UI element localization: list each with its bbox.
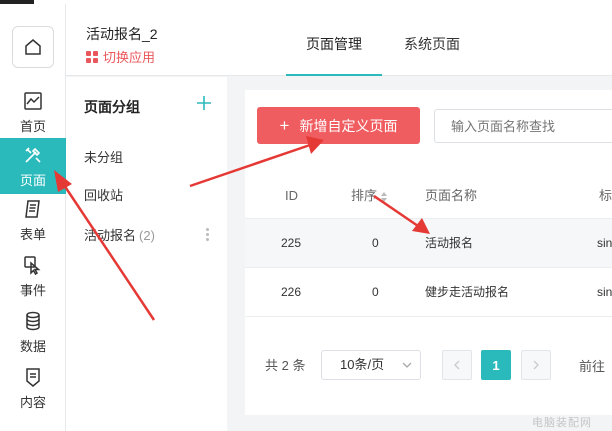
switch-app-label: 切换应用 xyxy=(103,50,156,65)
chevron-left-icon xyxy=(454,360,460,370)
rail-item-label: 数据 xyxy=(19,338,46,354)
plus-icon: + xyxy=(279,116,290,135)
page-groups-panel: 页面分组 未分组 回收站 活动报名 (2) xyxy=(66,77,227,431)
apps-grid-icon xyxy=(86,50,98,63)
rail-item-events[interactable]: 事件 xyxy=(0,248,66,304)
next-page-button[interactable] xyxy=(521,350,551,380)
group-more-icon[interactable] xyxy=(206,228,210,243)
rail-item-label: 内容 xyxy=(19,394,46,410)
cell-id: 225 xyxy=(281,236,302,250)
tab-system-pages[interactable]: 系统页面 xyxy=(392,4,472,76)
app-name: 活动报名_2 xyxy=(86,26,158,42)
goto-label: 前往 xyxy=(579,359,606,374)
group-item-activity[interactable]: 活动报名 (2) xyxy=(84,225,155,244)
rail-item-content[interactable]: 内容 xyxy=(0,360,66,416)
cell-tag: sin xyxy=(597,285,612,299)
page-size-select[interactable]: 10条/页 xyxy=(321,350,421,380)
rail-item-label: 表单 xyxy=(19,226,46,242)
column-header-tag[interactable]: 标 xyxy=(599,172,612,219)
tab-label: 系统页面 xyxy=(404,36,460,52)
cell-tag: sin xyxy=(597,236,612,250)
current-page-button[interactable]: 1 xyxy=(481,350,511,380)
rail-item-label: 页面 xyxy=(19,172,46,188)
new-page-label: 新增自定义页面 xyxy=(299,117,398,134)
column-header-order[interactable]: 排序 xyxy=(351,172,388,219)
form-icon xyxy=(25,199,40,218)
page-size-value: 10条/页 xyxy=(340,357,385,372)
rail-item-forms[interactable]: 表单 xyxy=(0,192,66,248)
cell-name[interactable]: 活动报名 xyxy=(425,219,473,268)
sort-icon[interactable] xyxy=(380,191,388,203)
chevron-down-icon xyxy=(402,362,412,368)
add-group-icon[interactable] xyxy=(196,95,212,111)
chevron-right-icon xyxy=(533,360,539,370)
table-row[interactable]: 226 0 健步走活动报名 sin xyxy=(245,268,612,317)
switch-app-link[interactable]: 切换应用 xyxy=(86,47,155,66)
tab-page-management[interactable]: 页面管理 xyxy=(286,4,382,76)
table-header: ID 排序 页面名称 标 xyxy=(245,172,612,219)
tools-icon xyxy=(25,146,41,163)
home-button[interactable] xyxy=(12,26,54,68)
total-count: 共 2 条 xyxy=(265,358,306,373)
rail-item-pages[interactable]: 页面 xyxy=(0,138,66,194)
group-item-ungrouped[interactable]: 未分组 xyxy=(84,147,123,166)
cell-order: 0 xyxy=(372,236,379,250)
prev-page-button[interactable] xyxy=(442,350,472,380)
groups-title: 页面分组 xyxy=(84,99,140,115)
group-count: (2) xyxy=(139,228,155,243)
column-header-id[interactable]: ID xyxy=(285,172,298,219)
app-header: 活动报名_2 切换应用 页面管理 系统页面 xyxy=(66,4,612,76)
new-custom-page-button[interactable]: + 新增自定义页面 xyxy=(257,107,420,144)
cell-name[interactable]: 健步走活动报名 xyxy=(425,268,509,317)
database-icon xyxy=(26,311,40,330)
rail-item-label: 事件 xyxy=(19,282,46,298)
rail-item-home[interactable]: 首页 xyxy=(0,84,66,140)
page-search-input[interactable] xyxy=(434,109,612,143)
group-item-recycle-bin[interactable]: 回收站 xyxy=(84,185,123,204)
group-label: 未分组 xyxy=(84,150,124,165)
pagination: 共 2 条 10条/页 1 前往 xyxy=(245,345,612,385)
left-rail: 首页 页面 表单 事件 数据 内容 xyxy=(0,4,66,431)
pages-main-panel: + 新增自定义页面 ID 排序 页面名称 标 225 0 活动报名 sin 22… xyxy=(245,90,612,415)
column-header-name[interactable]: 页面名称 xyxy=(425,172,477,219)
document-icon xyxy=(26,367,40,387)
cell-order: 0 xyxy=(372,285,379,299)
group-label: 活动报名 xyxy=(84,228,137,243)
column-label: 排序 xyxy=(351,188,378,203)
rail-item-label: 首页 xyxy=(19,118,46,134)
rail-item-data[interactable]: 数据 xyxy=(0,304,66,360)
pointer-icon xyxy=(24,255,41,275)
table-row[interactable]: 225 0 活动报名 sin xyxy=(245,219,612,268)
tab-label: 页面管理 xyxy=(306,36,362,52)
home-icon xyxy=(25,39,41,55)
chart-icon xyxy=(24,91,42,110)
group-label: 回收站 xyxy=(84,188,124,203)
watermark: 电脑装配网 xyxy=(532,417,592,429)
cell-id: 226 xyxy=(281,285,302,299)
